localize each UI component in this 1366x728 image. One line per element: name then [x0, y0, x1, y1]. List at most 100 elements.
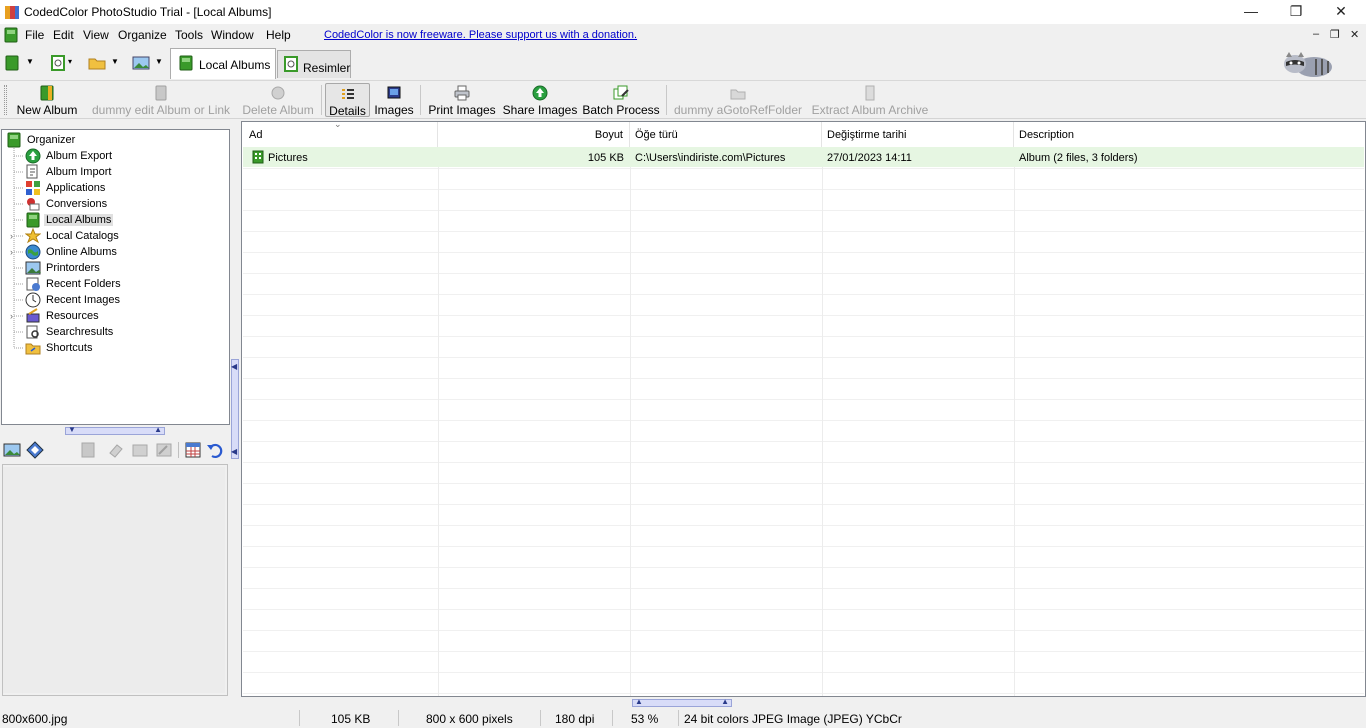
cell-description: Album (2 files, 3 folders): [1019, 152, 1138, 164]
print-images-button[interactable]: Print Images: [426, 83, 498, 117]
mdi-restore-button[interactable]: ❐: [1330, 28, 1340, 41]
cell-size: 105 KB: [587, 152, 624, 164]
info-diamond-icon[interactable]: [26, 441, 44, 459]
edit-album-button[interactable]: dummy edit Album or Link: [86, 83, 236, 117]
column-header-name[interactable]: Ad ⌄: [242, 119, 438, 147]
left-panel-splitter[interactable]: ▼ ▲: [65, 425, 165, 435]
column-header-label: Boyut: [594, 129, 623, 141]
menu-view[interactable]: View: [83, 28, 109, 42]
delete-album-icon: [271, 86, 285, 100]
row-divider: [243, 588, 1364, 589]
album-book-icon[interactable]: [3, 27, 19, 43]
share-images-button[interactable]: Share Images: [502, 83, 578, 117]
rotate-disabled-icon[interactable]: [131, 441, 149, 459]
column-divider: [438, 147, 439, 696]
toolbar-separator: [666, 85, 667, 115]
share-upload-icon: [532, 85, 548, 101]
new-album-label: New Album: [16, 103, 78, 117]
expand-chevron-icon[interactable]: ›: [10, 312, 19, 321]
new-album-button[interactable]: New Album: [14, 83, 80, 117]
album-details-grid: Ad ⌄ Boyut Öğe türü Değiştirme tarihi De…: [241, 119, 1366, 697]
images-view-button[interactable]: Images: [372, 83, 416, 117]
viewer-dropdown-button[interactable]: ▾: [50, 54, 78, 74]
vertical-splitter[interactable]: ◀ ◀: [231, 359, 239, 459]
menu-tools[interactable]: Tools: [175, 28, 203, 42]
delete-album-button[interactable]: Delete Album: [240, 83, 316, 117]
menu-file[interactable]: File: [25, 28, 44, 42]
album-disabled-icon[interactable]: [79, 441, 97, 459]
app-logo-icon: [5, 6, 19, 19]
goto-ref-folder-button[interactable]: dummy aGotoRefFolder: [672, 83, 804, 117]
tab-label: Resimler: [303, 61, 351, 75]
row-divider: [243, 168, 1364, 169]
window-title: CodedColor PhotoStudio Trial - [Local Al…: [24, 5, 272, 19]
bottom-splitter[interactable]: ▲ ▲: [632, 697, 732, 707]
column-header-type[interactable]: Öğe türü: [630, 122, 822, 147]
toolbar-separator: [420, 85, 421, 115]
details-view-button[interactable]: Details: [325, 83, 370, 118]
splitter-arrow-icon: ◀: [231, 362, 238, 371]
donation-link[interactable]: CodedColor is now freeware. Please suppo…: [324, 29, 637, 41]
table-row[interactable]: [243, 147, 1364, 167]
images-view-label: Images: [374, 103, 414, 117]
picture-preview-icon[interactable]: [3, 441, 21, 459]
tab-local-albums[interactable]: Local Albums: [170, 48, 276, 79]
local-albums-icon: [26, 212, 40, 228]
mdi-close-button[interactable]: ✕: [1350, 28, 1359, 41]
expand-chevron-icon[interactable]: ›: [10, 232, 19, 241]
new-dropdown-button[interactable]: ▼: [4, 54, 36, 74]
column-divider: [822, 147, 823, 696]
share-images-label: Share Images: [502, 103, 578, 117]
extract-album-archive-button[interactable]: Extract Album Archive: [808, 83, 932, 117]
column-header-label: Ad: [249, 129, 263, 141]
image-dropdown-button[interactable]: ▼: [132, 54, 164, 74]
toolbar-separator: [321, 85, 322, 115]
row-divider: [243, 693, 1364, 694]
batch-process-button[interactable]: Batch Process: [582, 83, 660, 117]
toolbar-grip[interactable]: [4, 85, 7, 115]
column-header-size[interactable]: Boyut: [438, 122, 630, 147]
conversions-icon: [27, 198, 40, 211]
status-separator: [398, 710, 399, 726]
album-file-icon: [252, 150, 264, 164]
row-divider: [243, 399, 1364, 400]
tree-item-label: Shortcuts: [46, 342, 93, 354]
row-divider: [243, 420, 1364, 421]
row-divider: [243, 378, 1364, 379]
print-images-label: Print Images: [428, 103, 496, 117]
close-button[interactable]: ✕: [1318, 0, 1364, 24]
column-header-label: Description: [1019, 129, 1075, 141]
row-divider: [243, 294, 1364, 295]
minimize-button[interactable]: —: [1228, 0, 1274, 24]
menu-edit[interactable]: Edit: [53, 28, 74, 42]
column-header-modified[interactable]: Değiştirme tarihi: [822, 122, 1014, 147]
edit-image-disabled-icon[interactable]: [155, 441, 173, 459]
status-separator: [678, 710, 679, 726]
status-separator: [540, 710, 541, 726]
undo-icon[interactable]: [206, 441, 224, 459]
tree-root-label: Organizer: [27, 134, 76, 146]
sort-chevron-icon: ⌄: [334, 119, 342, 129]
tree-item-label: Applications: [46, 182, 106, 194]
tab-resimler[interactable]: Resimler: [277, 50, 351, 78]
edit-album-icon: [155, 85, 167, 101]
eraser-disabled-icon[interactable]: [107, 441, 125, 459]
expand-chevron-icon[interactable]: ›: [10, 248, 19, 257]
folder-open-icon: [88, 58, 106, 70]
row-divider: [243, 630, 1364, 631]
details-view-icon: [341, 89, 354, 99]
tree-item-label: Local Albums: [44, 214, 114, 226]
search-results-icon: [26, 325, 39, 339]
column-header-description[interactable]: Description: [1014, 122, 1364, 147]
open-folder-dropdown-button[interactable]: ▼: [88, 54, 120, 74]
tree-item-label: Album Export: [46, 150, 113, 162]
menu-organize[interactable]: Organize: [118, 28, 167, 42]
mdi-minimize-button[interactable]: –: [1313, 28, 1319, 40]
menu-help[interactable]: Help: [266, 28, 291, 42]
toolbar-separator: [178, 442, 179, 458]
menu-window[interactable]: Window: [211, 28, 254, 42]
maximize-button[interactable]: ❐: [1273, 0, 1319, 24]
batch-process-icon: [613, 85, 629, 100]
tree-item-label: Album Import: [46, 166, 112, 178]
table-grid-icon[interactable]: [184, 441, 202, 459]
